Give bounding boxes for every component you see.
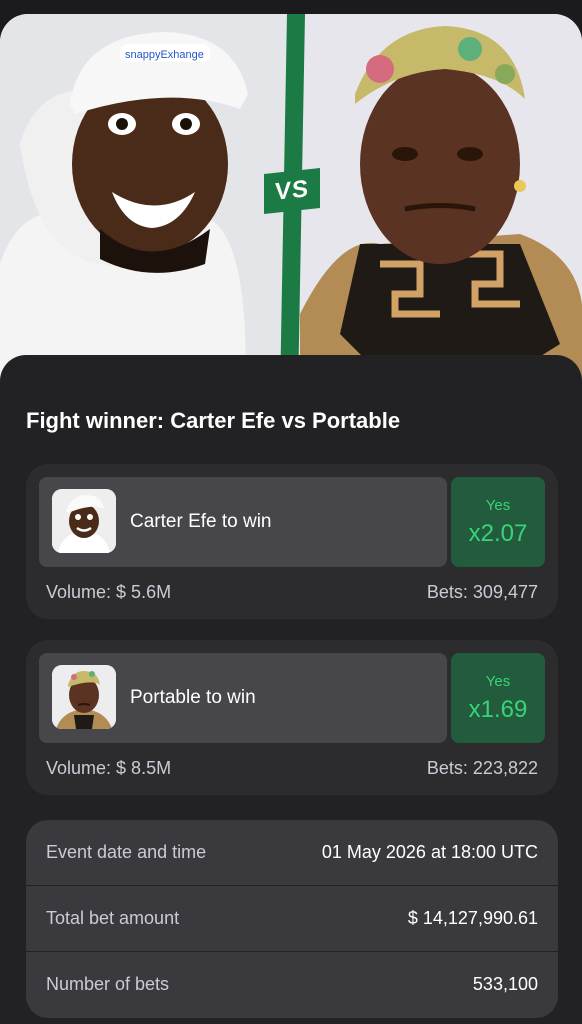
outcome-button[interactable]: Carter Efe to win: [39, 477, 447, 567]
yes-odds-button[interactable]: Yes x1.69: [451, 653, 545, 743]
cap-logo-text: snappyExhange: [125, 49, 204, 61]
event-details-table: Event date and time 01 May 2026 at 18:00…: [26, 820, 558, 1018]
hero-banner: snappyExhange VS: [0, 14, 582, 394]
detail-value: 01 May 2026 at 18:00 UTC: [321, 842, 538, 862]
volume-text: Volume: $ 5.6M: [46, 582, 172, 602]
bets-count-text: Bets: 309,477: [426, 582, 538, 602]
detail-row-event-date: Event date and time 01 May 2026 at 18:00…: [26, 820, 558, 886]
odds-value: x2.07: [468, 520, 528, 547]
market-stats: Volume: $ 5.6M Bets: 309,477: [46, 582, 538, 603]
outcome-button[interactable]: Portable to win: [39, 653, 447, 743]
avatar-carter-efe: [52, 489, 116, 553]
volume-text: Volume: $ 8.5M: [46, 758, 172, 778]
detail-label: Number of bets: [46, 974, 170, 994]
yes-odds-button[interactable]: Yes x2.07: [451, 477, 545, 567]
market-stats: Volume: $ 8.5M Bets: 223,822: [46, 758, 538, 779]
outcome-label: Portable to win: [130, 687, 256, 708]
yes-label: Yes: [485, 673, 511, 690]
detail-value: 533,100: [472, 974, 538, 994]
page-title: Fight winner: Carter Efe vs Portable: [26, 408, 401, 433]
odds-value: x1.69: [468, 696, 528, 723]
detail-label: Total bet amount: [46, 908, 180, 928]
detail-row-total-bet: Total bet amount $ 14,127,990.61: [26, 886, 558, 952]
vs-badge: VS: [264, 168, 320, 214]
outcome-label: Carter Efe to win: [130, 511, 272, 532]
avatar-portable: [52, 665, 116, 729]
bets-count-text: Bets: 223,822: [426, 758, 538, 778]
detail-row-number-of-bets: Number of bets 533,100: [26, 952, 558, 1017]
detail-value: $ 14,127,990.61: [407, 908, 538, 928]
market-outcome-portable: Portable to win Yes x1.69 Volume: $ 8.5M…: [26, 640, 558, 795]
detail-label: Event date and time: [46, 842, 207, 862]
market-outcome-carter-efe: Carter Efe to win Yes x2.07 Volume: $ 5.…: [26, 464, 558, 619]
yes-label: Yes: [485, 497, 511, 514]
